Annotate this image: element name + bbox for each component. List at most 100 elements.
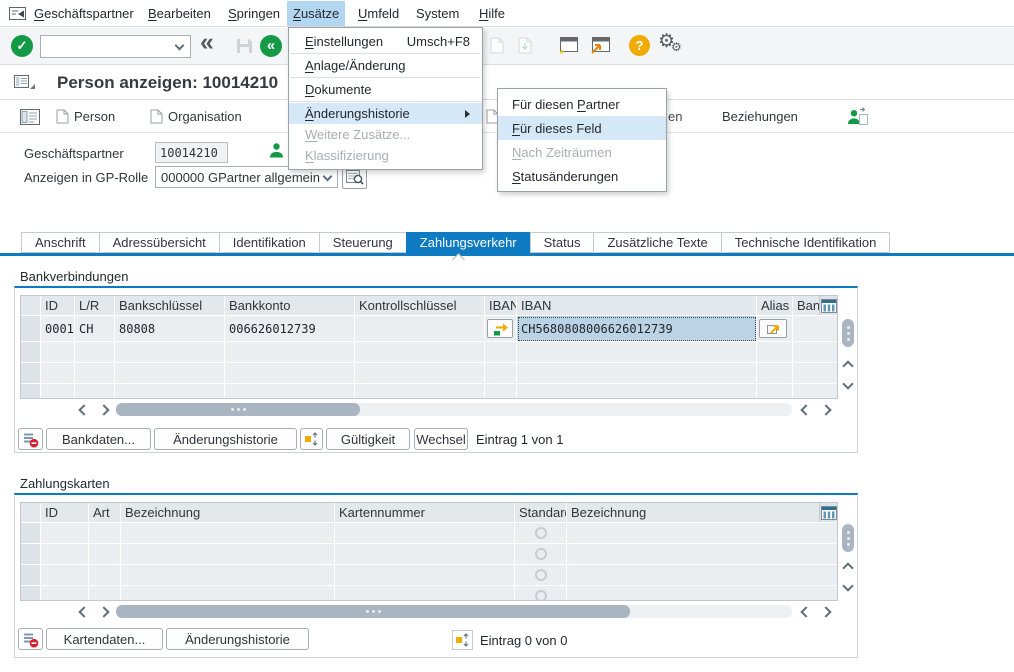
kartendaten-button[interactable]: Kartendaten... xyxy=(46,628,163,650)
title-menu-icon[interactable] xyxy=(14,75,35,94)
wechsel-button[interactable]: Wechsel xyxy=(414,428,468,450)
menuitem-fuer-diesen-partner[interactable]: Für diesen Partner xyxy=(498,92,666,116)
menuitem-dokumente[interactable]: Dokumente xyxy=(289,79,482,100)
row-selector[interactable] xyxy=(21,316,41,342)
menu-umfeld[interactable]: Umfeld xyxy=(352,1,405,26)
tab-anschrift[interactable]: Anschrift xyxy=(21,232,100,253)
exit-button[interactable]: « xyxy=(260,35,282,57)
menuitem-weitere-zusaetze[interactable]: Weitere Zusätze... xyxy=(289,124,482,145)
bank-hscroll-thumb[interactable] xyxy=(116,403,360,416)
cards-col-kartennummer[interactable]: Kartennummer xyxy=(335,503,515,523)
bank-col-lr[interactable]: L/R xyxy=(75,296,115,316)
menuitem-statusaenderungen[interactable]: Statusänderungen xyxy=(498,164,666,188)
menuitem-einstellungen[interactable]: EinstellungenUmsch+F8 xyxy=(289,31,482,52)
menu-springen[interactable]: Springen xyxy=(222,1,286,26)
geschaeftspartner-field[interactable]: 10014210 xyxy=(155,142,228,163)
save-icon xyxy=(236,38,253,57)
standard-radio[interactable] xyxy=(535,569,547,581)
cards-col-bezeichnung2[interactable]: Bezeichnung xyxy=(567,503,838,523)
organisation-page-icon[interactable] xyxy=(150,109,163,127)
back-icon[interactable]: « xyxy=(200,28,214,57)
command-field[interactable] xyxy=(40,35,191,58)
menuitem-fuer-dieses-feld[interactable]: Für dieses Feld xyxy=(498,116,666,140)
cards-col-bezeichnung[interactable]: Bezeichnung xyxy=(121,503,335,523)
system-menu-icon[interactable] xyxy=(9,7,26,23)
bank-col-iban[interactable]: IBAN xyxy=(517,296,757,316)
cell-lr[interactable]: CH xyxy=(75,316,115,342)
bank-col-id[interactable]: ID xyxy=(41,296,75,316)
bank-col-iban-btn[interactable]: IBAN xyxy=(485,296,517,316)
switch-partner-person-icon[interactable] xyxy=(846,106,868,129)
cell-id[interactable]: 0001 xyxy=(41,316,75,342)
cards-entry-nav-button[interactable] xyxy=(452,630,473,650)
cards-table-config-button[interactable] xyxy=(819,503,837,522)
standard-radio[interactable] xyxy=(535,590,547,601)
alias-button[interactable] xyxy=(759,319,787,338)
cards-aenderungshistorie-button[interactable]: Änderungshistorie xyxy=(166,628,309,650)
delete-row-icon xyxy=(22,431,39,448)
standard-radio[interactable] xyxy=(535,548,547,560)
cards-hscroll-thumb[interactable] xyxy=(116,605,630,618)
cards-col-id[interactable]: ID xyxy=(41,503,89,523)
create-shortcut-icon[interactable] xyxy=(588,37,610,58)
help-button[interactable]: ? xyxy=(629,35,650,56)
bank-col-bankschluessel[interactable]: Bankschlüssel xyxy=(115,296,225,316)
menu-system[interactable]: System xyxy=(410,1,465,26)
bank-col-bankkonto[interactable]: Bankkonto xyxy=(225,296,355,316)
bank-delete-row-button[interactable] xyxy=(18,428,43,450)
cell-bankschluessel[interactable]: 80808 xyxy=(115,316,225,342)
cards-col-select[interactable] xyxy=(21,503,41,523)
menuitem-label: Für dieses Feld xyxy=(512,121,602,136)
new-session-icon[interactable] xyxy=(556,37,578,58)
bank-table-config-button[interactable] xyxy=(819,296,837,315)
cell-iban-value[interactable]: CH5680808006626012739 xyxy=(517,316,757,342)
menuitem-aenderungshistorie[interactable]: Änderungshistorie xyxy=(289,103,482,124)
bank-col-select[interactable] xyxy=(21,296,41,316)
cards-delete-row-button[interactable] xyxy=(18,628,43,650)
menuitem-anlage-aenderung[interactable]: Anlage/Änderung xyxy=(289,55,482,76)
locator-icon[interactable] xyxy=(20,109,40,128)
iban-detail-button[interactable] xyxy=(487,319,513,338)
cards-col-art[interactable]: Art xyxy=(89,503,121,523)
gp-rolle-value: 000000 GPartner allgemein xyxy=(161,170,320,185)
tab-zahlungsverkehr[interactable]: Zahlungsverkehr xyxy=(406,232,531,253)
bank-vscroll-thumb[interactable] xyxy=(842,319,854,347)
tab-steuerung[interactable]: Steuerung xyxy=(319,232,407,253)
enter-button[interactable]: ✓ xyxy=(11,35,33,57)
bank-col-kontrollschluessel[interactable]: Kontrollschlüssel xyxy=(355,296,485,316)
cell-kontrollschluessel[interactable] xyxy=(355,316,485,342)
menu-hilfe[interactable]: Hilfe xyxy=(473,1,511,26)
menu-geschaeftspartner[interactable]: Geschäftspartner xyxy=(28,1,140,26)
gueltigkeit-button[interactable]: Gültigkeit xyxy=(326,428,410,450)
person-page-icon[interactable] xyxy=(56,109,69,127)
standard-radio[interactable] xyxy=(535,527,547,539)
bank-aenderungshistorie-button[interactable]: Änderungshistorie xyxy=(154,428,297,450)
bankdaten-button[interactable]: Bankdaten... xyxy=(46,428,151,450)
geschaeftspartner-label: Geschäftspartner xyxy=(24,146,124,161)
tab-zusaetzliche-texte[interactable]: Zusätzliche Texte xyxy=(593,232,721,253)
beziehungen-button[interactable]: Beziehungen xyxy=(722,109,798,124)
menuitem-klassifizierung[interactable]: Klassifizierung xyxy=(289,145,482,166)
tab-status[interactable]: Status xyxy=(530,232,595,253)
cell-bankkonto[interactable]: 006626012739 xyxy=(225,316,355,342)
tab-adressuebersicht[interactable]: Adressübersicht xyxy=(99,232,220,253)
person-button[interactable]: Person xyxy=(74,109,115,124)
bank-entry-status: Eintrag 1 von 1 xyxy=(476,432,563,447)
cards-vscroll-thumb[interactable] xyxy=(842,524,854,552)
menu-zusaetze[interactable]: Zusätze xyxy=(287,1,345,26)
partially-hidden-button-label[interactable]: en xyxy=(668,109,682,124)
menu-separator xyxy=(290,101,481,102)
cell-bank[interactable] xyxy=(793,316,838,342)
tab-strip: Anschrift Adressübersicht Identifikation… xyxy=(22,232,890,253)
tab-identifikation[interactable]: Identifikation xyxy=(219,232,320,253)
double-chevron-left-icon: « xyxy=(267,37,275,54)
tab-technische-identifikation[interactable]: Technische Identifikation xyxy=(721,232,891,253)
menu-bearbeiten[interactable]: Bearbeiten xyxy=(142,1,217,26)
cards-col-standard[interactable]: Standard xyxy=(515,503,567,523)
bank-table: ID L/R Bankschlüssel Bankkonto Kontrolls… xyxy=(20,295,838,399)
cards-entry-status: Eintrag 0 von 0 xyxy=(480,633,567,648)
bank-entry-nav-button[interactable] xyxy=(300,428,323,450)
menuitem-nach-zeitraeumen[interactable]: Nach Zeiträumen xyxy=(498,140,666,164)
organisation-button[interactable]: Organisation xyxy=(168,109,242,124)
bank-col-alias[interactable]: Alias xyxy=(757,296,793,316)
